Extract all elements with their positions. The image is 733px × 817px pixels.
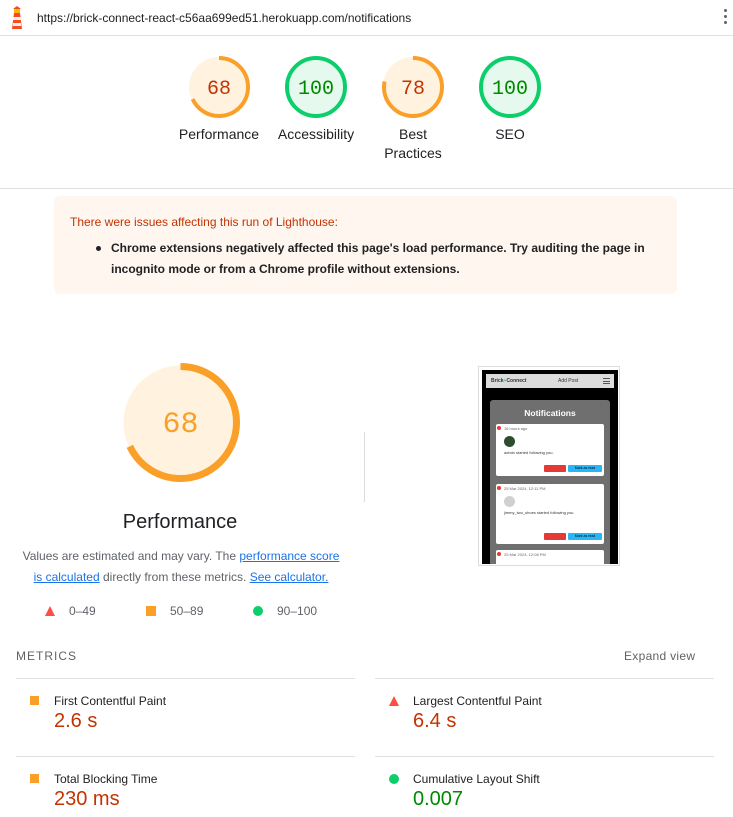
lighthouse-logo-icon — [12, 6, 22, 29]
performance-score-link[interactable]: performance score — [239, 549, 339, 563]
warning-line: incognito mode or from a Chrome profile … — [111, 262, 460, 276]
thumbnail-card: 25 Mar 2024, 12:08 PM — [496, 550, 604, 564]
hamburger-icon — [603, 378, 610, 384]
performance-gauge: 68 — [121, 363, 240, 482]
thumbnail-panel: Notifications 16 hours ago admin started… — [490, 400, 610, 564]
metric-label: Total Blocking Time — [54, 772, 158, 786]
desc-text: directly from these metrics. — [99, 570, 250, 584]
brand-text: Brick — [491, 378, 504, 384]
thumbnail-card: 25 Mar 2024, 12:11 PM jimmy_two_shoes st… — [496, 484, 604, 544]
performance-score-link[interactable]: is calculated — [34, 570, 100, 584]
gauge-ring: 78 — [382, 56, 444, 118]
divider — [375, 756, 714, 757]
expand-view-toggle[interactable]: Expand view — [624, 649, 695, 663]
page-screenshot-thumbnail[interactable]: Brick+Connect Add Post Notifications 16 … — [478, 366, 620, 566]
gauge-label: Accessibility — [277, 126, 355, 142]
square-icon — [30, 774, 39, 783]
warning-box: There were issues affecting this run of … — [54, 196, 677, 294]
thumbnail-brand: Brick+Connect — [491, 378, 527, 384]
legend-average: 50–89 — [146, 604, 203, 618]
thumbnail-card: 16 hours ago admin started following you… — [496, 424, 604, 476]
url-text[interactable]: https://brick-connect-react-c56aa699ed51… — [37, 11, 411, 25]
address-bar: https://brick-connect-react-c56aa699ed51… — [0, 0, 733, 36]
card-message: admin started following you. — [504, 450, 554, 455]
delete-button — [544, 533, 566, 540]
unread-dot-icon — [497, 552, 501, 556]
gauge-ring: 68 — [188, 56, 250, 118]
legend-label: 90–100 — [277, 604, 318, 618]
metric-value: 0.007 — [413, 788, 464, 810]
metric-label: Largest Contentful Paint — [413, 694, 542, 708]
divider — [16, 756, 355, 757]
circle-icon — [253, 606, 263, 616]
warning-title: There were issues affecting this run of … — [70, 215, 338, 229]
card-time: 25 Mar 2024, 12:11 PM — [504, 486, 546, 491]
thumbnail-heading: Notifications — [524, 408, 576, 418]
performance-title: Performance — [122, 511, 238, 533]
gauge-label: SEO — [495, 126, 525, 142]
performance-score: 68 — [162, 408, 198, 442]
divider — [364, 432, 365, 502]
legend-label: 0–49 — [69, 604, 96, 618]
square-icon — [146, 606, 156, 616]
thumbnail-add-post: Add Post — [558, 378, 579, 384]
unread-dot-icon — [497, 486, 501, 490]
more-menu-icon[interactable] — [723, 9, 729, 27]
mark-read-button: Mark as read — [568, 533, 602, 540]
circle-icon — [389, 774, 399, 784]
card-time: 25 Mar 2024, 12:08 PM — [504, 552, 546, 557]
metrics-heading: METRICS — [16, 649, 77, 663]
gauge-accessibility[interactable]: 100 Accessibility — [266, 55, 366, 144]
triangle-icon — [45, 606, 55, 616]
warning-item: Chrome extensions negatively affected th… — [84, 238, 659, 280]
divider — [0, 188, 733, 189]
desc-text: Values are estimated and may vary. The — [22, 549, 240, 563]
metric-value: 2.6 s — [54, 710, 98, 732]
card-message: jimmy_two_shoes started following you. — [504, 510, 575, 515]
gauge-score: 100 — [492, 78, 528, 101]
gauge-score: 68 — [207, 78, 231, 101]
metric-label: First Contentful Paint — [54, 694, 167, 708]
gauge-score: 78 — [401, 78, 425, 101]
legend-fail: 0–49 — [45, 604, 96, 618]
card-time: 16 hours ago — [504, 426, 528, 431]
divider — [375, 678, 714, 679]
unread-dot-icon — [497, 426, 501, 430]
warning-line: Chrome extensions negatively affected th… — [111, 241, 645, 255]
gauge-ring: 100 — [285, 56, 347, 118]
avatar-icon — [504, 496, 515, 507]
thumbnail-frame: Brick+Connect Add Post Notifications 16 … — [482, 370, 618, 564]
mark-read-button: Mark as read — [568, 465, 602, 472]
gauge-seo[interactable]: 100 SEO — [460, 55, 560, 144]
thumbnail-navbar: Brick+Connect Add Post — [486, 374, 614, 388]
avatar-icon — [504, 436, 515, 447]
gauge-label: Performance — [178, 126, 260, 142]
square-icon — [30, 696, 39, 705]
brand-text: Connect — [506, 378, 527, 384]
gauge-ring: 100 — [479, 56, 541, 118]
calculator-link[interactable]: See calculator. — [250, 570, 329, 584]
gauge-best-practices[interactable]: 78 Best Practices — [363, 55, 463, 163]
delete-button — [544, 465, 566, 472]
metric-value: 6.4 s — [413, 710, 457, 732]
legend-label: 50–89 — [170, 604, 204, 618]
triangle-icon — [389, 696, 399, 706]
metric-value: 230 ms — [54, 788, 120, 810]
gauge-score: 100 — [298, 78, 334, 101]
gauge-performance[interactable]: 68 Performance — [169, 55, 269, 144]
legend-pass: 90–100 — [253, 604, 317, 618]
performance-description: Values are estimated and may vary. The p… — [16, 546, 346, 588]
divider — [16, 678, 355, 679]
metric-label: Cumulative Layout Shift — [413, 772, 540, 786]
gauge-label: Best Practices — [384, 126, 442, 161]
